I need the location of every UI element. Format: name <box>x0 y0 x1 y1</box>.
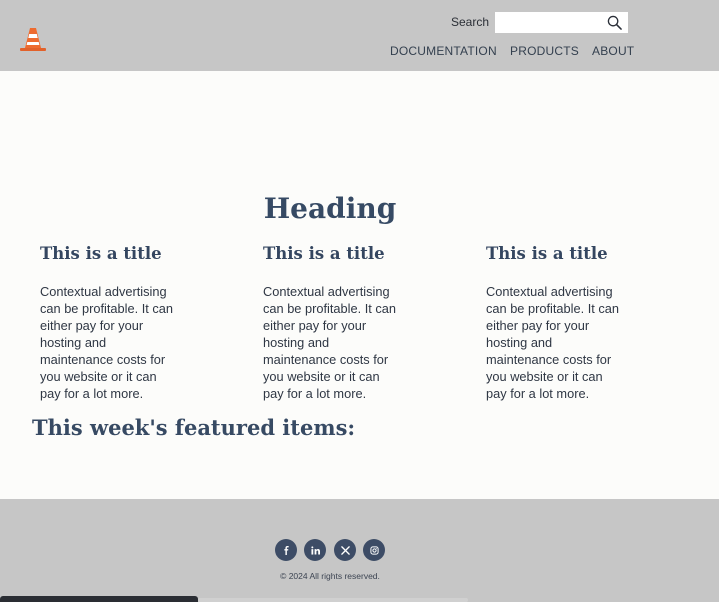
content-column-2: This is a title Contextual advertising c… <box>263 244 413 402</box>
traffic-cone-logo-icon[interactable] <box>19 26 47 52</box>
column-body: Contextual advertising can be profitable… <box>486 284 620 401</box>
page-heading: Heading <box>263 192 397 225</box>
content-column-1: This is a title Contextual advertising c… <box>40 244 190 402</box>
column-title: This is a title <box>263 244 385 263</box>
content-column-3: This is a title Contextual advertising c… <box>486 244 636 402</box>
search-input[interactable] <box>495 12 628 33</box>
column-title: This is a title <box>486 244 608 263</box>
search-label: Search <box>451 15 490 29</box>
featured-items-heading: This week's featured items: <box>32 415 356 440</box>
nav-about[interactable]: ABOUT <box>592 44 634 58</box>
x-link[interactable] <box>334 539 356 561</box>
instagram-icon <box>369 545 379 555</box>
column-title: This is a title <box>40 244 162 263</box>
column-body: Contextual advertising can be profitable… <box>263 284 397 401</box>
nav-products[interactable]: PRODUCTS <box>510 44 579 58</box>
facebook-link[interactable] <box>275 539 297 561</box>
nav-documentation[interactable]: DOCUMENTATION <box>390 44 497 58</box>
search-icon[interactable] <box>607 15 622 30</box>
bottom-shadow-bar <box>198 598 468 602</box>
x-icon <box>340 545 350 555</box>
facebook-icon <box>283 545 289 555</box>
linkedin-link[interactable] <box>304 539 326 561</box>
site-header: Search DOCUMENTATION PRODUCTS ABOUT <box>0 0 719 71</box>
instagram-link[interactable] <box>363 539 385 561</box>
column-body: Contextual advertising can be profitable… <box>40 284 174 401</box>
linkedin-icon <box>310 545 320 555</box>
bottom-dark-bar <box>0 596 198 602</box>
copyright-text: © 2024 All rights reserved. <box>280 571 380 581</box>
site-footer: © 2024 All rights reserved. <box>0 499 719 602</box>
